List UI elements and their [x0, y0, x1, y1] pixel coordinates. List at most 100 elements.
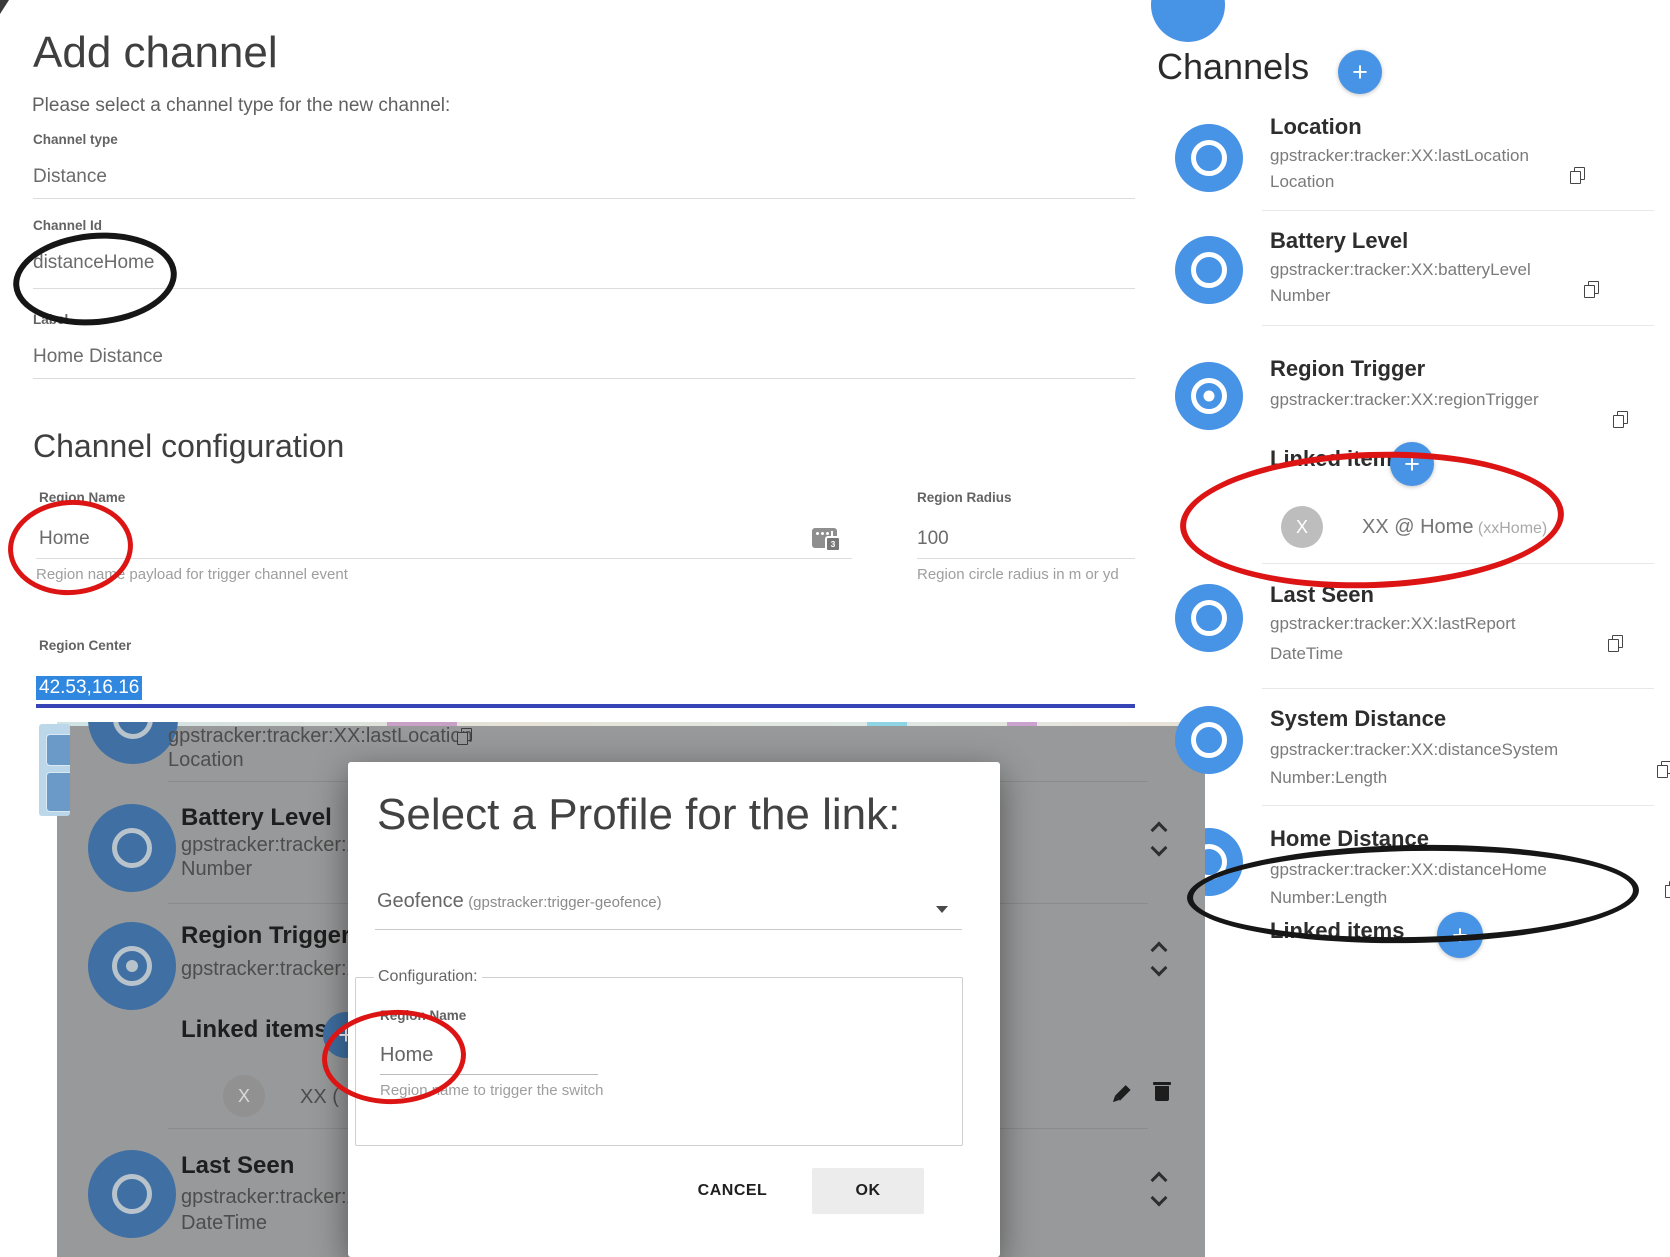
channel-kind-icon [1175, 124, 1243, 192]
channel-uid-dim: gpstracker:tracker:XX:regionTrigger [181, 958, 348, 981]
linked-items-label: Linked items [1270, 446, 1404, 472]
divider [1262, 805, 1654, 806]
page-title: Add channel [33, 28, 278, 78]
channel-name: Home Distance [1270, 826, 1429, 852]
channel-kind-icon [1175, 362, 1243, 430]
channel-uid: gpstracker:tracker:XX:distanceSystem [1270, 740, 1558, 760]
channel-uid: gpstracker:tracker:XX:regionTrigger [1270, 390, 1539, 410]
linked-item-avatar-dim: X [223, 1075, 265, 1117]
modal-region-name-label: Region Name [380, 1008, 466, 1023]
channel-uid-dim: gpstracker:tracker:XX:lastReport [181, 1186, 348, 1209]
channel-type: Number:Length [1270, 888, 1387, 908]
region-center-input[interactable]: 42.53,16.16 [36, 676, 142, 700]
channel-type-dim: DateTime [181, 1212, 267, 1235]
channel-name: Last Seen [1270, 582, 1374, 608]
linked-item-avatar: X [1281, 506, 1323, 548]
add-linked-item-button[interactable]: + [1437, 912, 1483, 958]
delete-icon [1151, 1082, 1173, 1104]
region-radius-label: Region Radius [917, 490, 1012, 505]
profile-selected-value: Geofence [377, 890, 464, 912]
region-radius-underline [917, 558, 1135, 559]
channels-panel-title: Channels [1157, 46, 1309, 88]
channel-id-input[interactable]: distanceHome [33, 252, 154, 274]
channel-id-underline [33, 288, 1135, 289]
copy-icon[interactable] [1608, 635, 1622, 651]
channel-name: Battery Level [1270, 228, 1408, 254]
region-center-label: Region Center [39, 638, 131, 653]
modal-region-name-input[interactable]: Home [380, 1044, 433, 1067]
ok-button[interactable]: OK [812, 1168, 924, 1214]
channel-uid: gpstracker:tracker:XX:lastReport [1270, 614, 1516, 634]
channel-name: System Distance [1270, 706, 1446, 732]
label-label: Label [33, 312, 68, 327]
linked-items-label-dim: Linked items [181, 1016, 328, 1044]
channel-uid: gpstracker:tracker:XX:lastLocation [1270, 146, 1529, 166]
channel-kind-icon [1175, 236, 1243, 304]
region-name-label: Region Name [39, 490, 125, 505]
add-channel-button[interactable]: + [1338, 50, 1382, 94]
linked-item-text: XX @ Home [1362, 516, 1473, 538]
region-name-input[interactable]: Home [39, 528, 90, 550]
copy-icon[interactable] [1584, 281, 1598, 297]
channel-type-dim: Number [181, 858, 252, 881]
linked-item-suffix: (xxHome) [1478, 520, 1547, 537]
channel-type-dim: Location [168, 749, 244, 772]
partial-avatar-circle [1151, 0, 1225, 42]
divider [1262, 210, 1654, 211]
channel-id-label: Channel Id [33, 218, 102, 233]
channel-name-dim: Battery Level [181, 804, 332, 832]
divider [1262, 688, 1654, 689]
copy-icon[interactable] [1665, 881, 1670, 897]
keyboard-input-icon[interactable]: 3 [812, 528, 837, 548]
channel-type-underline [33, 198, 1135, 199]
copy-icon[interactable] [1613, 411, 1627, 427]
cancel-button[interactable]: CANCEL [675, 1171, 790, 1211]
copy-icon[interactable] [1657, 761, 1670, 777]
channel-kind-icon-dim [88, 804, 176, 892]
chevron-down-icon[interactable] [936, 906, 948, 913]
copy-icon[interactable] [1570, 167, 1584, 183]
linked-item-row[interactable]: XX @ Home (xxHome) [1362, 516, 1547, 539]
section-title: Channel configuration [33, 428, 344, 465]
region-radius-hint: Region circle radius in m or yd [917, 566, 1119, 583]
corner-artifact [0, 0, 9, 14]
label-input[interactable]: Home Distance [33, 346, 163, 368]
channel-type: Number:Length [1270, 768, 1387, 788]
channel-type-label: Channel type [33, 132, 118, 147]
channel-uid-dim: gpstracker:tracker:XX:batteryLevel [181, 834, 348, 857]
intro-text: Please select a channel type for the new… [32, 95, 450, 117]
profile-select[interactable]: Geofence (gpstracker:trigger-geofence) [377, 890, 662, 913]
channel-name-dim: Last Seen [181, 1152, 294, 1180]
profile-select-underline [375, 929, 962, 930]
channel-type-value[interactable]: Distance [33, 166, 107, 188]
channel-type: DateTime [1270, 644, 1343, 664]
divider [1262, 563, 1654, 564]
add-linked-item-button[interactable]: + [1390, 442, 1434, 486]
annotation-black-ellipse-distance-home [1186, 841, 1640, 947]
profile-selected-id: (gpstracker:trigger-geofence) [468, 894, 661, 911]
channel-uid-dim: gpstracker:tracker:XX:lastLocation [168, 725, 473, 748]
channel-uid: gpstracker:tracker:XX:batteryLevel [1270, 260, 1531, 280]
channel-type: Location [1270, 172, 1334, 192]
linked-items-label: Linked items [1270, 918, 1404, 944]
channel-kind-icon-dim [88, 922, 176, 1010]
region-center-focus-underline [36, 704, 1135, 708]
region-name-underline [36, 558, 852, 559]
configuration-legend: Configuration: [374, 968, 482, 986]
modal-region-name-hint: Region name to trigger the switch [380, 1082, 603, 1099]
channel-kind-icon [1175, 706, 1243, 774]
keyboard-badge: 3 [825, 536, 841, 552]
linked-item-text-dim: XX ( [300, 1086, 339, 1109]
channel-name: Location [1270, 114, 1362, 140]
screenshot-root: Add channel Please select a channel type… [0, 0, 1670, 1257]
region-radius-input[interactable]: 100 [917, 528, 949, 550]
map-control-fragment [39, 724, 70, 816]
region-name-hint: Region name payload for trigger channel … [36, 566, 348, 583]
divider [1262, 325, 1654, 326]
copy-icon [457, 728, 471, 744]
channel-name-dim: Region Trigger [181, 922, 348, 950]
channel-kind-icon [1175, 584, 1243, 652]
channel-kind-icon-dim [88, 1150, 176, 1238]
configuration-fieldset: Configuration: Region Name Home Region n… [355, 968, 963, 1146]
channel-type: Number [1270, 286, 1330, 306]
